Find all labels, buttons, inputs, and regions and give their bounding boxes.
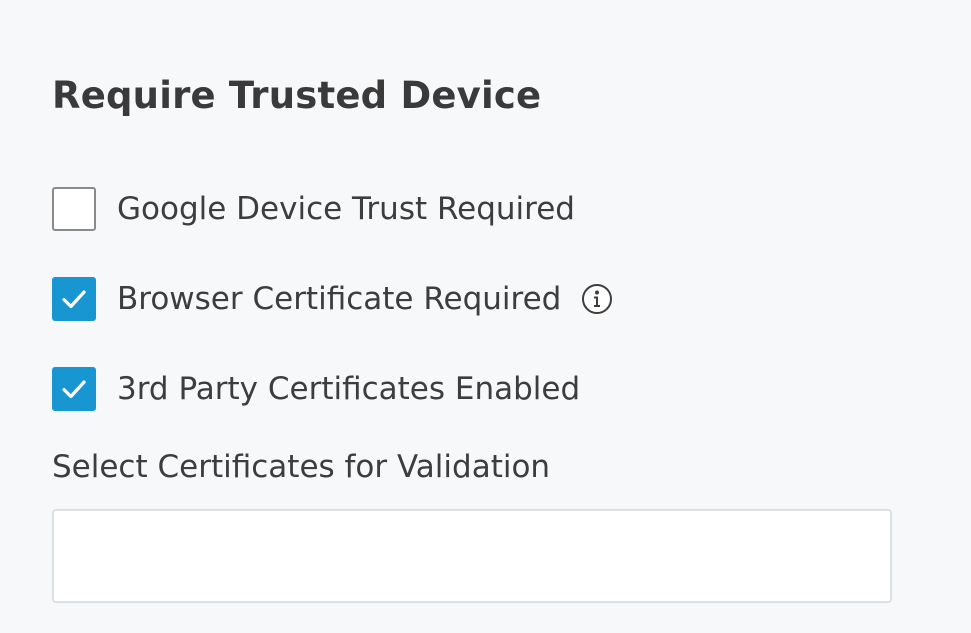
google-device-trust-label: Google Device Trust Required	[117, 191, 575, 227]
certificates-field-label: Select Certificates for Validation	[52, 449, 551, 485]
google-device-trust-option[interactable]: Google Device Trust Required	[52, 186, 575, 232]
certificates-select-input[interactable]	[52, 509, 892, 603]
browser-certificate-label: Browser Certificate Required	[117, 281, 562, 317]
third-party-certificates-label: 3rd Party Certificates Enabled	[117, 371, 581, 407]
third-party-certificates-option[interactable]: 3rd Party Certificates Enabled	[52, 366, 580, 412]
trusted-device-panel: Require Trusted Device Google Device Tru…	[0, 0, 971, 633]
section-title: Require Trusted Device	[52, 74, 542, 117]
browser-certificate-checkbox[interactable]	[52, 277, 96, 321]
browser-certificate-option[interactable]: Browser Certificate Required	[52, 276, 613, 322]
checkmark-icon	[62, 380, 86, 399]
third-party-certificates-checkbox[interactable]	[52, 367, 96, 411]
checkmark-icon	[62, 290, 86, 309]
info-icon[interactable]	[581, 283, 613, 315]
google-device-trust-checkbox[interactable]	[52, 187, 96, 231]
